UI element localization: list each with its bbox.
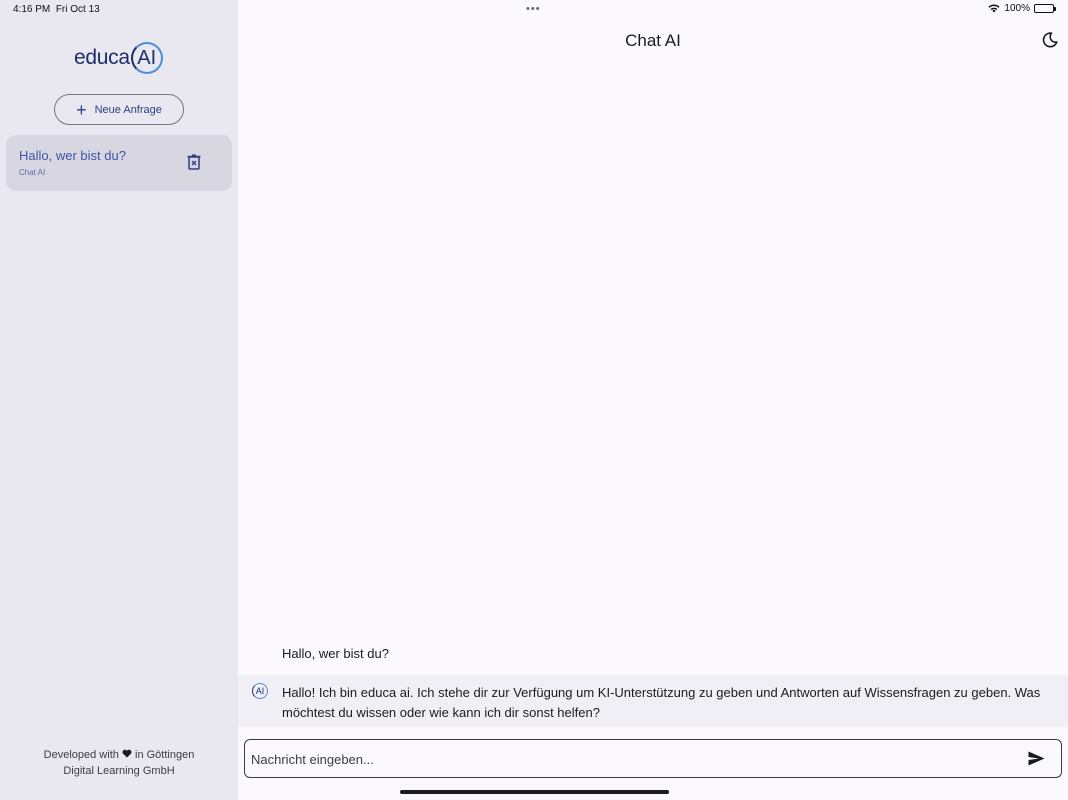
message-composer (244, 739, 1062, 778)
wifi-icon (988, 4, 1000, 13)
status-time: 4:16 PM Fri Oct 13 (13, 4, 100, 15)
new-request-label: Neue Anfrage (94, 103, 162, 116)
footer-prefix: Developed with (43, 749, 119, 761)
conversation-subtitle: Chat AI (19, 168, 46, 177)
sidebar-footer: Developed with in Göttingen Digital Lear… (0, 747, 238, 779)
logo-ai-badge: AI (130, 42, 163, 74)
delete-icon[interactable] (187, 154, 201, 170)
sidebar: educa AI + Neue Anfrage Hallo, wer bist … (0, 0, 238, 800)
educa-ai-logo: educa AI (74, 42, 163, 74)
home-indicator (400, 790, 669, 794)
status-clock: 4:16 PM (13, 4, 51, 15)
new-request-button[interactable]: + Neue Anfrage (54, 94, 184, 125)
battery-icon (1034, 4, 1056, 13)
plus-icon: + (76, 99, 87, 120)
chat-main: Chat AI Hallo, wer bist du? AI Hallo! Ic… (238, 0, 1068, 800)
logo-wordmark: educa (74, 46, 130, 69)
ai-message: Hallo! Ich bin educa ai. Ich stehe dir z… (282, 685, 1041, 720)
heart-icon (122, 749, 132, 758)
status-date: Fri Oct 13 (55, 4, 100, 15)
footer-suffix: in Göttingen (135, 749, 195, 761)
conversation-item[interactable]: Hallo, wer bist du? Chat AI (6, 135, 232, 191)
status-bar: 4:16 PM Fri Oct 13 ••• 100% (0, 0, 1068, 18)
page-title: Chat AI (625, 31, 681, 50)
status-right: 100% (988, 3, 1056, 14)
message-input[interactable] (251, 749, 1011, 769)
footer-line-2: Digital Learning GmbH (63, 765, 175, 777)
conversation-title: Hallo, wer bist du? (19, 148, 126, 163)
battery-percent: 100% (1004, 3, 1030, 14)
footer-line-1: Developed with in Göttingen (0, 747, 238, 763)
user-message: Hallo, wer bist du? (282, 646, 389, 661)
dark-mode-toggle-icon[interactable] (1042, 32, 1058, 48)
ai-avatar-icon: AI (252, 683, 268, 699)
ai-message-row: AI Hallo! Ich bin educa ai. Ich stehe di… (238, 675, 1068, 727)
send-icon[interactable] (1028, 751, 1045, 766)
multitasking-dots[interactable]: ••• (526, 3, 541, 15)
